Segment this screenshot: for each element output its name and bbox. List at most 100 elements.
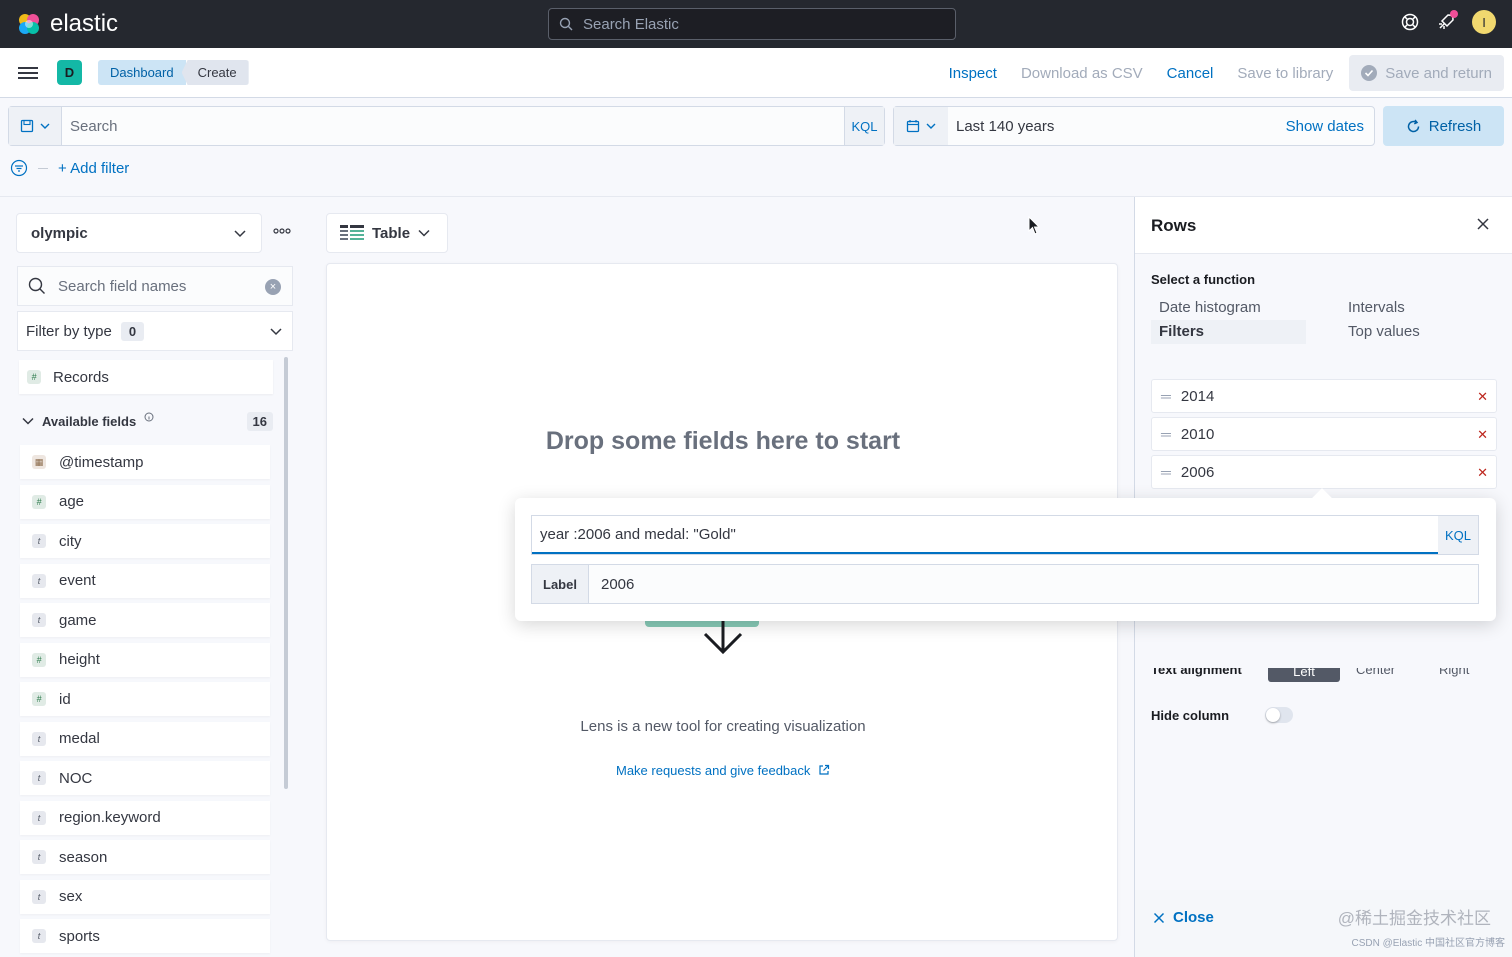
chevron-down-icon — [40, 123, 50, 129]
filter-item-label: 2014 — [1180, 387, 1215, 405]
function-date-histogram[interactable]: Date histogram — [1151, 296, 1306, 320]
filter-count-badge: 0 — [120, 321, 145, 341]
newsfeed-button[interactable] — [1436, 10, 1458, 32]
quick-menu-button[interactable] — [894, 107, 948, 145]
breadcrumb-create: Create — [181, 60, 249, 85]
remove-filter-icon[interactable]: ✕ — [1477, 389, 1488, 405]
drag-handle-icon[interactable]: ═ — [1161, 388, 1171, 404]
more-options-icon[interactable] — [272, 225, 292, 237]
chevron-down-icon — [22, 417, 34, 425]
notification-dot — [1450, 10, 1458, 18]
saved-query-button[interactable] — [9, 107, 62, 145]
filter-menu-icon[interactable] — [10, 159, 28, 177]
drag-handle-icon[interactable]: ═ — [1161, 464, 1171, 480]
string-type-icon: t — [32, 613, 46, 627]
align-left-button[interactable]: Left — [1268, 668, 1340, 682]
user-avatar[interactable]: I — [1472, 10, 1496, 34]
menu-button[interactable] — [18, 64, 38, 82]
space-avatar[interactable]: D — [57, 60, 82, 85]
filter-label-input[interactable] — [589, 565, 1478, 603]
remove-filter-icon[interactable]: ✕ — [1477, 465, 1488, 481]
string-type-icon: t — [32, 534, 46, 548]
filter-item[interactable]: ═ 2006 ✕ — [1151, 455, 1497, 489]
cancel-button[interactable]: Cancel — [1155, 65, 1226, 82]
header-actions: Inspect Download as CSV Cancel Save to l… — [937, 48, 1512, 98]
records-field[interactable]: # Records — [19, 360, 273, 394]
close-icon — [1153, 912, 1165, 923]
remove-filter-icon[interactable]: ✕ — [1477, 427, 1488, 443]
save-and-return-button[interactable]: Save and return — [1349, 55, 1504, 91]
records-label: Records — [53, 368, 109, 386]
watermark: @稀土掘金技术社区 — [1337, 909, 1491, 928]
download-csv-button[interactable]: Download as CSV — [1009, 65, 1155, 82]
list-item[interactable]: # age — [20, 484, 270, 519]
hide-column-toggle[interactable] — [1265, 707, 1293, 723]
date-range-text[interactable]: Last 140 years — [948, 118, 1286, 135]
add-filter-button[interactable]: + Add filter — [58, 160, 129, 177]
list-item[interactable]: t sex — [20, 879, 270, 914]
feedback-link-label: Make requests and give feedback — [615, 763, 811, 778]
global-search[interactable] — [548, 8, 956, 40]
field-name: region.keyword — [59, 809, 161, 826]
list-item[interactable]: t sports — [20, 919, 270, 953]
list-item[interactable]: # height — [20, 642, 270, 677]
global-search-input[interactable] — [583, 15, 943, 33]
divider — [38, 167, 48, 169]
field-search: × — [17, 266, 293, 306]
function-filters[interactable]: Filters — [1151, 320, 1306, 344]
list-item[interactable]: t season — [20, 840, 270, 874]
list-item[interactable]: ▦ @timestamp — [20, 445, 270, 479]
select-function-label: Select a function — [1151, 272, 1256, 287]
filter-query-input[interactable] — [532, 516, 1438, 554]
clear-search-icon[interactable]: × — [265, 279, 281, 295]
scrollbar[interactable] — [284, 357, 288, 789]
refresh-button[interactable]: Refresh — [1383, 106, 1504, 146]
field-name: sex — [59, 888, 83, 905]
fields-list: ▦ @timestamp # age t city t event t game # hei… — [20, 445, 270, 957]
menu-icon-line — [18, 72, 38, 74]
inspect-button[interactable]: Inspect — [937, 65, 1009, 82]
check-circle-icon — [1361, 65, 1378, 81]
string-type-icon: t — [32, 850, 46, 864]
chart-type-switch[interactable]: Table — [326, 213, 448, 253]
available-fields-toggle[interactable]: Available fields 16 — [22, 411, 273, 431]
external-link-icon — [819, 764, 830, 775]
menu-icon-line — [18, 77, 38, 79]
field-search-input[interactable] — [58, 277, 258, 295]
elastic-logo[interactable]: elastic — [16, 10, 118, 38]
brand-name: elastic — [50, 10, 119, 37]
close-icon[interactable] — [1476, 217, 1490, 231]
list-item[interactable]: t NOC — [20, 761, 270, 795]
list-item[interactable]: t region.keyword — [20, 800, 270, 835]
close-button[interactable]: Close — [1153, 909, 1214, 926]
string-type-icon: t — [32, 573, 46, 588]
list-item[interactable]: # id — [20, 682, 270, 716]
filter-by-type-button[interactable]: Filter by type 0 — [17, 311, 293, 351]
align-center-button[interactable]: Center — [1356, 668, 1395, 677]
kql-toggle-button[interactable]: KQL — [844, 107, 884, 145]
function-intervals[interactable]: Intervals — [1340, 296, 1490, 320]
filter-item-label: 2006 — [1180, 463, 1215, 481]
filter-label-field: Label — [531, 564, 1479, 604]
breadcrumb-dashboard[interactable]: Dashboard — [98, 60, 186, 85]
chevron-down-icon — [234, 230, 246, 238]
index-pattern-select[interactable]: olympic — [16, 213, 262, 253]
save-to-library-button[interactable]: Save to library — [1225, 65, 1345, 82]
feedback-link[interactable]: Make requests and give feedback — [327, 763, 1119, 778]
flyout-footer: Close @稀土掘金技术社区 CSDN @Elastic 中国社区官方博客 — [1135, 890, 1512, 957]
function-top-values[interactable]: Top values — [1340, 320, 1490, 344]
refresh-icon — [1407, 119, 1419, 132]
query-search-input[interactable] — [62, 117, 844, 135]
list-item[interactable]: t game — [20, 603, 270, 637]
show-dates-button[interactable]: Show dates — [1286, 118, 1374, 135]
help-icon[interactable] — [1400, 12, 1420, 32]
filter-item[interactable]: ═ 2010 ✕ — [1151, 417, 1497, 451]
chart-type-label: Table — [372, 224, 411, 242]
drag-handle-icon[interactable]: ═ — [1161, 426, 1171, 442]
list-item[interactable]: t event — [20, 563, 270, 598]
filter-item[interactable]: ═ 2014 ✕ — [1151, 379, 1497, 413]
list-item[interactable]: t medal — [20, 721, 270, 756]
align-right-button[interactable]: Right — [1439, 668, 1469, 677]
kql-language-button[interactable]: KQL — [1438, 516, 1478, 554]
list-item[interactable]: t city — [20, 524, 270, 558]
